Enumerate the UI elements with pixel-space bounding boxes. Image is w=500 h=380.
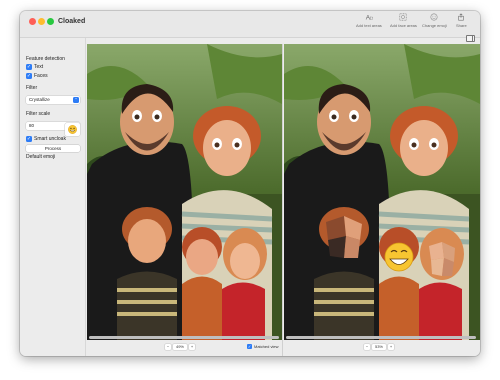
original-image <box>87 44 282 340</box>
app-window: Cloaked A Add text areas Add face areas … <box>20 11 480 356</box>
title-bar: Cloaked A Add text areas Add face areas … <box>20 11 480 38</box>
svg-text:A: A <box>366 14 371 21</box>
minimize-window-button[interactable] <box>38 18 45 25</box>
add-text-areas-label: Add text areas <box>356 23 382 28</box>
sidebar-toggle-icon <box>471 36 473 41</box>
left-zoom-out-button[interactable]: − <box>165 344 171 350</box>
sidebar: Feature detection ✓ Text ✓ Faces Filter … <box>20 38 86 356</box>
right-zoom-value[interactable]: 53% <box>372 344 386 350</box>
text-checkbox[interactable]: ✓ <box>26 64 32 70</box>
matched-view-checkbox[interactable]: ✓ <box>247 344 252 349</box>
add-face-areas-button[interactable]: Add face areas <box>390 13 417 28</box>
share-icon <box>458 13 465 21</box>
add-face-areas-label: Add face areas <box>390 23 417 28</box>
process-button[interactable]: Process <box>26 145 80 152</box>
grinning-face-icon <box>68 125 77 134</box>
face-area-icon <box>399 13 407 21</box>
crystallized-face <box>429 242 455 276</box>
chevron-updown-icon: ⌃ <box>73 97 79 103</box>
faces-checkbox[interactable]: ✓ <box>26 73 32 79</box>
right-bottom-bar: − 53% + <box>284 340 480 356</box>
left-horizontal-scrollbar[interactable] <box>89 336 279 339</box>
text-area-icon: A <box>366 14 373 21</box>
smart-uncloak-label: Smart uncloak <box>34 136 66 142</box>
faces-checkbox-label: Faces <box>34 73 48 79</box>
right-zoom-out-button[interactable]: − <box>364 344 370 350</box>
share-button[interactable]: Share <box>456 13 467 28</box>
left-zoom-value[interactable]: 49% <box>173 344 187 350</box>
default-emoji-label: Default emoji <box>26 154 56 160</box>
cloaked-image <box>284 44 480 340</box>
emoji-face <box>384 242 414 272</box>
change-emoji-label: Change emoji <box>422 23 447 28</box>
pane-divider[interactable] <box>282 44 283 356</box>
right-horizontal-scrollbar[interactable] <box>286 336 476 339</box>
window-title: Cloaked <box>58 18 86 25</box>
maximize-window-button[interactable] <box>47 18 54 25</box>
close-window-button[interactable] <box>29 18 36 25</box>
filter-label: Filter <box>26 85 38 91</box>
filter-select-value: Crystallize <box>29 97 50 102</box>
filter-scale-value: 80 <box>29 123 35 128</box>
left-zoom-in-button[interactable]: + <box>189 344 195 350</box>
right-zoom-in-button[interactable]: + <box>388 344 394 350</box>
default-emoji-picker[interactable] <box>65 123 80 136</box>
smiley-icon <box>430 13 438 21</box>
sidebar-toggle-button[interactable] <box>466 35 475 42</box>
change-emoji-button[interactable]: Change emoji <box>422 13 447 28</box>
smart-uncloak-checkbox[interactable]: ✓ <box>26 136 32 142</box>
add-text-areas-button[interactable]: A Add text areas <box>356 13 382 28</box>
left-bottom-bar: − 49% + ✓ Matched view <box>87 340 282 356</box>
filter-select[interactable]: Crystallize ⌃ <box>26 96 80 104</box>
cloaked-image-pane[interactable] <box>284 44 480 340</box>
text-checkbox-label: Text <box>34 64 44 70</box>
matched-view-label: Matched view <box>254 344 279 349</box>
filter-scale-label: Filter scale <box>26 111 51 117</box>
feature-detection-label: Feature detection <box>26 56 65 62</box>
share-label: Share <box>456 23 467 28</box>
crystallized-face <box>326 216 362 258</box>
original-image-pane[interactable] <box>87 44 282 340</box>
